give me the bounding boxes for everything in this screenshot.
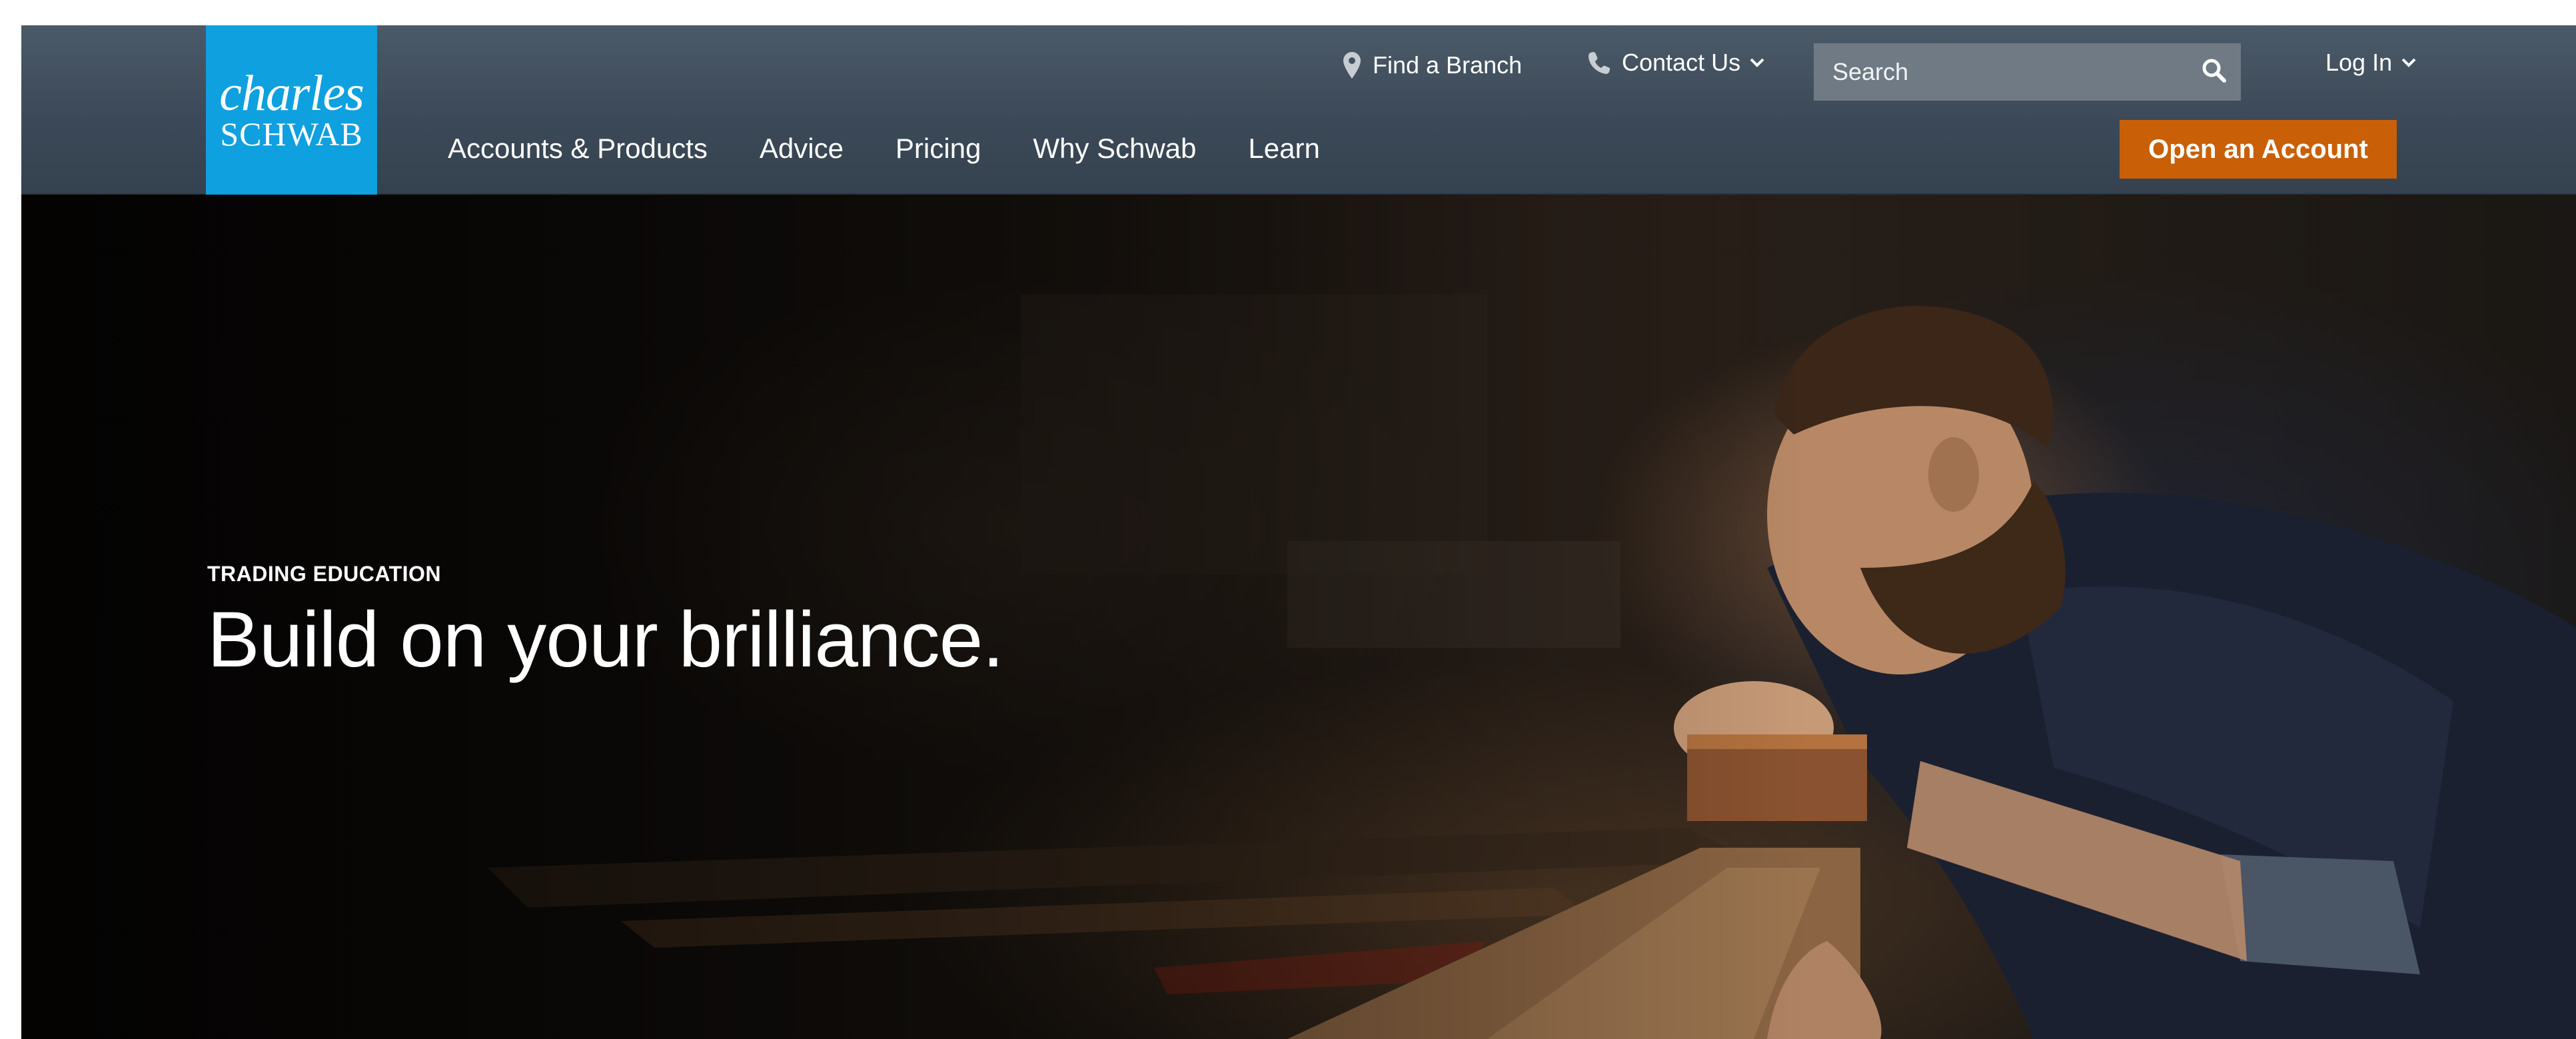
hero-headline: Build on your brilliance. [207, 596, 1004, 684]
hero-banner: TRADING EDUCATION Build on your brillian… [21, 195, 2576, 1039]
chevron-down-icon [1750, 58, 1764, 67]
nav-item-accounts-products[interactable]: Accounts & Products [448, 133, 708, 165]
page: charles SCHWAB Find a Branch Contact Us [21, 25, 2576, 1039]
map-pin-icon [1343, 52, 1361, 79]
find-branch-label: Find a Branch [1373, 51, 1523, 79]
hero-eyebrow: TRADING EDUCATION [207, 562, 441, 586]
search-input[interactable] [1814, 43, 2188, 101]
hero-text: TRADING EDUCATION Build on your brillian… [207, 562, 1004, 685]
nav-item-why-schwab[interactable]: Why Schwab [1033, 133, 1196, 165]
open-account-button[interactable]: Open an Account [2120, 120, 2397, 179]
search-icon [2202, 58, 2227, 87]
login-label: Log In [2325, 49, 2393, 76]
nav-item-learn[interactable]: Learn [1248, 133, 1319, 165]
contact-us-label: Contact Us [1622, 49, 1741, 76]
charles-schwab-logo[interactable]: charles SCHWAB [206, 25, 377, 195]
nav-item-pricing[interactable]: Pricing [896, 133, 981, 165]
nav-item-advice[interactable]: Advice [760, 133, 844, 165]
contact-us-dropdown[interactable]: Contact Us [1589, 25, 1764, 103]
search-button[interactable] [2188, 43, 2241, 101]
find-branch-link[interactable]: Find a Branch [1343, 25, 1522, 105]
logo-wordmark-bottom: SCHWAB [220, 115, 363, 153]
main-nav: Accounts & Products Advice Pricing Why S… [448, 125, 1372, 172]
logo-wordmark-top: charles [219, 65, 364, 121]
phone-icon [1589, 51, 1610, 74]
chevron-down-icon [2401, 58, 2416, 67]
search-bar [1814, 43, 2241, 101]
login-dropdown[interactable]: Log In [2325, 25, 2416, 103]
site-header: charles SCHWAB Find a Branch Contact Us [21, 25, 2576, 195]
